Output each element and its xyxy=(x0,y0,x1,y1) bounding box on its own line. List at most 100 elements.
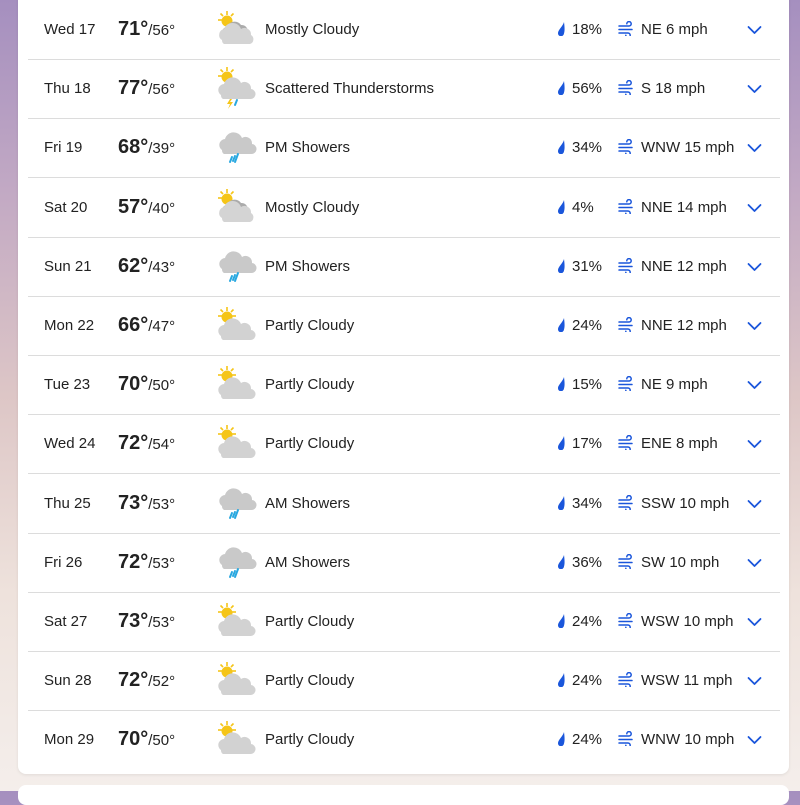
wind-icon xyxy=(618,198,635,216)
raindrop-icon xyxy=(556,495,568,510)
chevron-down-icon[interactable] xyxy=(747,200,762,212)
precip-chance: 24% xyxy=(572,672,603,690)
forecast-row[interactable]: Thu 18 77°/56° Scattered Thunderstorms 56% S… xyxy=(28,59,780,120)
temperature: 70°/50° xyxy=(118,355,175,415)
forecast-row[interactable]: Mon 22 66°/47° Partly Cloudy 24% NNE 12 mph xyxy=(28,296,780,356)
low-temp: 43° xyxy=(152,258,176,276)
wind-icon xyxy=(618,20,635,39)
day-label: Tue 23 xyxy=(44,376,91,394)
condition-text: Partly Cloudy xyxy=(265,731,355,749)
chevron-down-icon[interactable] xyxy=(747,496,762,508)
wind-value: ENE 8 mph xyxy=(641,435,718,453)
day-label: Wed 24 xyxy=(44,435,96,453)
raindrop-icon xyxy=(556,731,568,747)
temperature: 73°/53° xyxy=(118,474,175,534)
high-temp: 73° xyxy=(118,491,149,514)
temperature: 72°/54° xyxy=(118,414,175,474)
thunderstorm-icon xyxy=(213,65,259,110)
wind-value: SW 10 mph xyxy=(641,553,720,571)
temperature: 77°/56° xyxy=(118,59,175,119)
precip-chance: 36% xyxy=(572,553,603,571)
forecast-row[interactable]: Fri 19 68°/39° PM Showers 34% WNW 15 mph xyxy=(28,118,780,179)
wind-icon xyxy=(618,553,635,571)
chevron-down-icon[interactable] xyxy=(747,81,762,94)
condition-text: PM Showers xyxy=(265,257,351,275)
precip-chance: 31% xyxy=(572,257,603,275)
high-temp: 72° xyxy=(118,669,149,692)
forecast-row[interactable]: Sun 28 72°/52° Partly Cloudy 24% WSW 11 mph xyxy=(28,651,780,712)
wind-icon xyxy=(618,731,635,749)
wind-value: WNW 10 mph xyxy=(641,731,735,749)
temperature: 57°/40° xyxy=(118,178,175,238)
showers-icon xyxy=(213,480,259,524)
low-temp: 50° xyxy=(152,732,176,750)
forecast-row[interactable]: Sun 21 62°/43° PM Showers 31% NNE 12 mph xyxy=(28,237,780,297)
low-temp: 53° xyxy=(152,495,176,513)
high-temp: 77° xyxy=(118,77,149,100)
precip-chance: 24% xyxy=(572,731,603,749)
wind-icon xyxy=(618,494,635,512)
precip-chance: 24% xyxy=(572,317,603,334)
chevron-down-icon[interactable] xyxy=(747,140,762,153)
precip-chance: 24% xyxy=(572,613,603,630)
low-temp: 39° xyxy=(152,140,176,158)
chevron-down-icon[interactable] xyxy=(747,377,762,390)
day-label: Thu 25 xyxy=(44,494,91,512)
chevron-down-icon[interactable] xyxy=(747,673,762,686)
chevron-down-icon[interactable] xyxy=(747,555,762,567)
chevron-down-icon[interactable] xyxy=(747,318,762,330)
low-temp: 50° xyxy=(152,377,176,395)
high-temp: 57° xyxy=(118,195,149,218)
mostly-cloudy-icon xyxy=(213,6,259,50)
chevron-down-icon[interactable] xyxy=(747,436,762,449)
temperature: 70°/50° xyxy=(118,710,175,770)
day-label: Thu 18 xyxy=(44,80,91,98)
wind-icon xyxy=(618,612,635,631)
chevron-down-icon[interactable] xyxy=(747,22,762,34)
wind-value: WNW 15 mph xyxy=(641,139,735,157)
forecast-row[interactable]: Sat 27 73°/53° Partly Cloudy 24% WSW 10 mph xyxy=(28,592,780,652)
chevron-down-icon[interactable] xyxy=(747,614,762,626)
wind-value: NNE 12 mph xyxy=(641,317,727,334)
condition-text: AM Showers xyxy=(265,553,351,571)
low-temp: 52° xyxy=(152,673,176,691)
forecast-row[interactable]: Sat 20 57°/40° Mostly Cloudy 4% NNE 14 mph xyxy=(28,178,780,238)
forecast-row[interactable]: Fri 26 72°/53° AM Showers 36% SW 10 mph xyxy=(28,533,780,593)
high-temp: 73° xyxy=(118,610,149,632)
condition-text: Scattered Thunderstorms xyxy=(265,80,434,98)
wind-icon xyxy=(618,672,635,690)
temperature: 72°/53° xyxy=(118,533,175,593)
precip-chance: 18% xyxy=(572,21,603,38)
chevron-down-icon[interactable] xyxy=(747,732,762,745)
raindrop-icon xyxy=(556,376,568,392)
wind-value: S 18 mph xyxy=(641,80,706,98)
forecast-row[interactable]: Wed 17 71°/56° Mostly Cloudy 18% NE 6 mph xyxy=(28,0,780,60)
wind-value: NE 6 mph xyxy=(641,21,708,38)
precip-chance: 17% xyxy=(572,435,603,453)
day-label: Mon 29 xyxy=(44,731,95,749)
daily-forecast-card: Wed 17 71°/56° Mostly Cloudy 18% NE 6 mph Thu… xyxy=(18,0,789,774)
temperature: 62°/43° xyxy=(118,237,175,297)
showers-icon xyxy=(213,124,259,168)
day-label: Sun 28 xyxy=(44,672,92,690)
condition-text: Partly Cloudy xyxy=(265,317,355,334)
day-label: Wed 17 xyxy=(44,21,96,38)
forecast-row[interactable]: Tue 23 70°/50° Partly Cloudy 15% NE 9 mph xyxy=(28,355,780,416)
raindrop-icon xyxy=(556,554,568,570)
partly-cloudy-icon xyxy=(213,716,259,760)
forecast-row[interactable]: Wed 24 72°/54° Partly Cloudy 17% ENE 8 mph xyxy=(28,414,780,475)
mostly-cloudy-icon xyxy=(213,184,259,228)
raindrop-icon xyxy=(556,199,568,214)
high-temp: 66° xyxy=(118,314,149,336)
wind-value: WSW 11 mph xyxy=(641,672,733,690)
temperature: 68°/39° xyxy=(118,118,175,178)
forecast-row[interactable]: Thu 25 73°/53° AM Showers 34% SSW 10 mph xyxy=(28,474,780,534)
chevron-down-icon[interactable] xyxy=(747,259,762,271)
forecast-row[interactable]: Mon 29 70°/50° Partly Cloudy 24% WNW 10 mph xyxy=(28,710,780,769)
raindrop-icon xyxy=(556,80,568,96)
precip-chance: 15% xyxy=(572,376,603,394)
raindrop-icon xyxy=(556,317,568,333)
wind-value: NE 9 mph xyxy=(641,376,708,394)
low-temp: 56° xyxy=(152,81,176,99)
partly-cloudy-icon xyxy=(213,361,259,405)
